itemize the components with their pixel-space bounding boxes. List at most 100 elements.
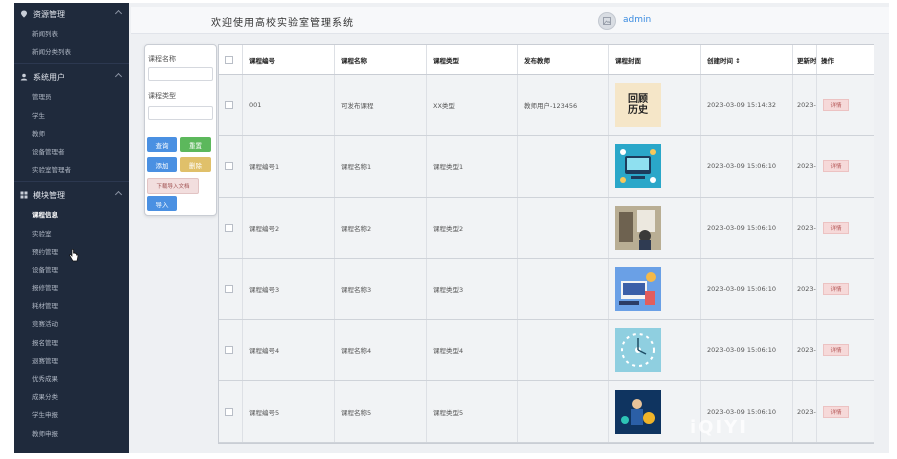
- id-cell: 课程编号2: [243, 197, 335, 258]
- select-all-cell: [219, 45, 243, 74]
- created-cell: 2023-03-09 15:14:32: [701, 75, 793, 136]
- sidebar: 资源管理 新闻列表 新闻分类列表 系统用户 管理员 学生 教师 设备管理者 实验…: [14, 3, 129, 453]
- sidebar-item-course-info[interactable]: 课程信息: [14, 206, 129, 224]
- sidebar-item-lab-manager[interactable]: 实验室管理者: [14, 161, 129, 179]
- add-button[interactable]: 添加: [147, 157, 177, 172]
- welcome-title: 欢迎使用高校实验室管理系统: [211, 18, 354, 29]
- course-name-label: 课程名称: [148, 55, 176, 63]
- table-row: 001 可发布课程 XX类型 教师用户-123456 回顾 历史 2023-03-09 1…: [219, 75, 874, 137]
- table-body: 001 可发布课程 XX类型 教师用户-123456 回顾 历史 2023-03-09 1…: [219, 75, 874, 443]
- row-checkbox[interactable]: [225, 101, 233, 110]
- app-window: 资源管理 新闻列表 新闻分类列表 系统用户 管理员 学生 教师 设备管理者 实验…: [14, 3, 889, 453]
- type-cell: 课程类型5: [427, 381, 518, 442]
- sidebar-item-student[interactable]: 学生: [14, 107, 129, 125]
- course-type-label: 课程类型: [148, 92, 176, 100]
- teacher-cell: [518, 320, 609, 381]
- name-cell: 课程名称1: [335, 136, 427, 197]
- sidebar-item-teacher-apply[interactable]: 教师申报: [14, 425, 129, 443]
- column-header: 更新时间: [793, 45, 817, 74]
- updated-cell: 2023-0: [793, 197, 817, 258]
- course-cover-image: [615, 389, 661, 434]
- sidebar-item-lab[interactable]: 实验室: [14, 225, 129, 243]
- import-button[interactable]: 导入: [147, 196, 177, 211]
- name-cell: 课程名称3: [335, 258, 427, 320]
- course-name-input[interactable]: [148, 67, 213, 81]
- grid-icon: [20, 191, 28, 199]
- row-checkbox[interactable]: [225, 346, 233, 355]
- cover-title: 回顾 历史: [628, 94, 648, 117]
- sidebar-section-title: 资源管理: [33, 9, 65, 19]
- sidebar-item-device[interactable]: 设备管理: [14, 261, 129, 279]
- sidebar-section-users[interactable]: 系统用户: [14, 66, 129, 88]
- detail-button[interactable]: 详情: [823, 283, 849, 296]
- chevron-up-icon: [114, 73, 123, 81]
- detail-button[interactable]: 详情: [823, 405, 849, 418]
- select-all-checkbox[interactable]: [225, 55, 233, 64]
- sidebar-item-registration[interactable]: 报名管理: [14, 334, 129, 352]
- sidebar-item-news-category[interactable]: 新闻分类列表: [14, 43, 129, 61]
- sidebar-item-teacher[interactable]: 教师: [14, 125, 129, 143]
- sidebar-item-news-list[interactable]: 新闻列表: [14, 25, 129, 43]
- avatar[interactable]: [598, 12, 616, 30]
- user-icon: [20, 73, 28, 81]
- created-cell: 2023-03-09 15:06:10: [701, 197, 793, 258]
- table-header: 课程编号 课程名称 课程类型 发布教师 课程封面 创建时间 ↕ 更新时间 操作: [219, 45, 874, 75]
- column-header: 课程名称: [335, 45, 427, 74]
- sidebar-item-device-manager[interactable]: 设备管理者: [14, 143, 129, 161]
- created-cell: 2023-03-09 15:06:10: [701, 136, 793, 197]
- id-cell: 课程编号1: [243, 136, 335, 197]
- column-header: 课程编号: [243, 45, 335, 74]
- sidebar-item-competition[interactable]: 竞赛活动: [14, 315, 129, 333]
- watermark-logo: iQIYI: [690, 417, 748, 438]
- download-template-button[interactable]: 下载导入文档: [147, 178, 199, 194]
- type-cell: 课程类型1: [427, 136, 518, 197]
- detail-button[interactable]: 详情: [823, 221, 849, 234]
- row-select-cell: [219, 320, 243, 381]
- query-button[interactable]: 查询: [147, 137, 177, 152]
- column-header: 操作: [821, 56, 834, 65]
- sidebar-section-resources[interactable]: 资源管理: [14, 3, 129, 25]
- mouse-cursor-icon: [69, 249, 79, 262]
- cover-cell: [609, 320, 701, 381]
- action-cell: 详情: [817, 381, 874, 441]
- row-checkbox[interactable]: [225, 162, 233, 171]
- chevron-up-icon: [114, 9, 123, 18]
- delete-button[interactable]: 删除: [180, 157, 211, 172]
- detail-button[interactable]: 详情: [823, 160, 849, 173]
- teacher-cell: [518, 381, 609, 442]
- sidebar-item-withdraw[interactable]: 退赛管理: [14, 352, 129, 370]
- sidebar-divider: [14, 181, 129, 183]
- detail-button[interactable]: 详情: [823, 344, 849, 357]
- sidebar-item-achievement-category[interactable]: 成果分类: [14, 388, 129, 406]
- cover-cell: [609, 197, 701, 258]
- action-cell: 详情: [817, 136, 874, 196]
- sidebar-item-achievements[interactable]: 优秀成果: [14, 370, 129, 388]
- column-header-sortable[interactable]: 创建时间 ↕: [701, 45, 793, 74]
- id-cell: 课程编号3: [243, 258, 335, 320]
- name-cell: 课程名称2: [335, 197, 427, 258]
- table-row: 课程编号5课程名称5课程类型52023-03-09 15:06:102023-0…: [219, 381, 874, 443]
- type-cell: 课程类型4: [427, 320, 518, 381]
- vertical-scroll-area[interactable]: [874, 44, 887, 453]
- row-checkbox[interactable]: [225, 285, 233, 294]
- row-checkbox[interactable]: [225, 407, 233, 416]
- course-cover-image: [615, 267, 661, 312]
- search-panel: 课程名称 课程类型 查询 重置 添加 删除 下载导入文档 导入: [144, 44, 217, 216]
- sidebar-item-student-apply[interactable]: 学生申报: [14, 406, 129, 424]
- row-checkbox[interactable]: [225, 223, 233, 232]
- name-cell: 课程名称5: [335, 381, 427, 442]
- chevron-up-icon: [114, 191, 123, 199]
- course-table: 课程编号 课程名称 课程类型 发布教师 课程封面 创建时间 ↕ 更新时间 操作 …: [218, 44, 875, 444]
- updated-cell: 2023-0: [793, 75, 817, 136]
- detail-button[interactable]: 详情: [823, 99, 849, 112]
- sidebar-item-consumables[interactable]: 耗材管理: [14, 297, 129, 315]
- action-cell: 详情: [817, 320, 874, 380]
- sidebar-item-admin[interactable]: 管理员: [14, 88, 129, 106]
- column-header: 课程封面: [609, 45, 701, 74]
- username[interactable]: admin: [623, 15, 651, 25]
- sidebar-item-repair[interactable]: 报修管理: [14, 279, 129, 297]
- course-cover-image: [615, 144, 661, 189]
- reset-button[interactable]: 重置: [180, 137, 211, 152]
- sidebar-section-modules[interactable]: 模块管理: [14, 184, 129, 206]
- course-type-input[interactable]: [148, 106, 213, 120]
